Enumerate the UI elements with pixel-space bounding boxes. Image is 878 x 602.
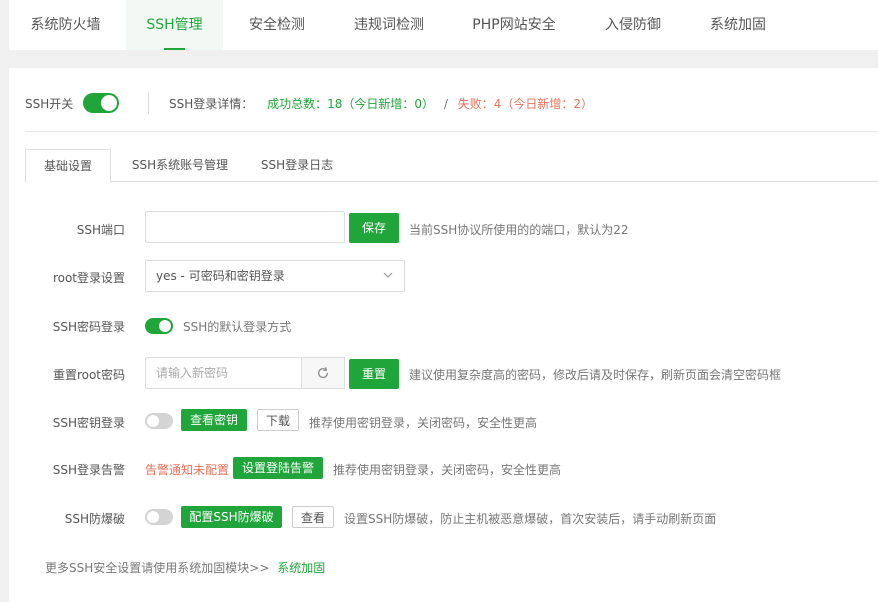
password-login-toggle[interactable] bbox=[145, 318, 173, 334]
tab-ssh-management-label: SSH管理 bbox=[146, 17, 203, 33]
port-label: SSH端口 bbox=[76, 223, 125, 237]
anti-brute-label: SSH防爆破 bbox=[64, 512, 125, 526]
tab-intrusion-prevention[interactable]: 入侵防御 bbox=[589, 0, 677, 50]
key-login-hint: 推荐使用密钥登录，关闭密码，安全性更高 bbox=[309, 416, 538, 430]
footer-text: 更多SSH安全设置请使用系统加固模块>> bbox=[45, 561, 270, 575]
status-divider bbox=[148, 92, 149, 114]
status-row: SSH开关 bbox=[25, 93, 120, 113]
config-anti-brute-button[interactable]: 配置SSH防爆破 bbox=[181, 506, 282, 528]
reset-password-button[interactable]: 重置 bbox=[349, 359, 399, 389]
active-tab-indicator bbox=[164, 48, 185, 50]
tab-ssh-management[interactable]: SSH管理 bbox=[126, 0, 223, 50]
tab-php-security[interactable]: PHP网站安全 bbox=[459, 0, 569, 50]
root-login-label: root登录设置 bbox=[52, 271, 125, 285]
new-password-input[interactable] bbox=[145, 357, 302, 389]
refresh-icon bbox=[318, 367, 328, 379]
subtab-basic-settings[interactable]: 基础设置 bbox=[25, 149, 111, 183]
system-hardening-link[interactable]: 系统加固 bbox=[277, 561, 325, 575]
tab-security-check[interactable]: 安全检测 bbox=[233, 0, 321, 50]
footer-note: 更多SSH安全设置请使用系统加固模块>> 系统加固 bbox=[45, 559, 325, 576]
alert-status-text: 告警通知未配置 bbox=[145, 463, 230, 477]
login-details-label: SSH登录详情： bbox=[169, 97, 254, 111]
subtab-ssh-logs[interactable]: SSH登录日志 bbox=[255, 149, 339, 182]
anti-brute-hint: 设置SSH防爆破，防止主机被恶意爆破，首次安装后，请手动刷新页面 bbox=[344, 512, 717, 526]
download-key-button[interactable]: 下载 bbox=[257, 409, 299, 431]
chevron-down-icon bbox=[383, 272, 393, 278]
tab-violation-words[interactable]: 违规词检测 bbox=[339, 0, 439, 50]
port-save-button[interactable]: 保存 bbox=[349, 213, 399, 243]
view-anti-brute-button[interactable]: 查看 bbox=[292, 506, 334, 528]
view-key-button[interactable]: 查看密钥 bbox=[181, 409, 247, 431]
password-login-hint: SSH的默认登录方式 bbox=[183, 320, 292, 334]
generate-password-button[interactable] bbox=[301, 357, 345, 389]
key-login-label: SSH密钥登录 bbox=[52, 416, 125, 430]
tab-system-hardening[interactable]: 系统加固 bbox=[694, 0, 782, 50]
sub-tabs: 基础设置 SSH系统账号管理 SSH登录日志 bbox=[25, 149, 878, 183]
toggle-knob bbox=[159, 320, 171, 332]
ssh-switch-toggle[interactable] bbox=[83, 93, 120, 113]
reset-root-label: 重置root密码 bbox=[52, 368, 125, 382]
toggle-knob bbox=[147, 415, 159, 427]
password-login-label: SSH密码登录 bbox=[52, 320, 125, 334]
root-login-selected: yes - 可密码和密钥登录 bbox=[156, 269, 285, 283]
login-alert-label: SSH登录告警 bbox=[52, 463, 125, 477]
port-input[interactable] bbox=[145, 211, 345, 243]
key-login-toggle[interactable] bbox=[145, 413, 173, 429]
port-hint: 当前SSH协议所使用的的端口，默认为22 bbox=[409, 223, 629, 237]
details-separator: / bbox=[443, 97, 448, 111]
toggle-knob bbox=[101, 95, 118, 111]
toggle-knob bbox=[147, 511, 159, 523]
ssh-switch-label: SSH开关 bbox=[25, 96, 74, 111]
tab-firewall[interactable]: 系统防火墙 bbox=[9, 0, 122, 50]
anti-brute-toggle[interactable] bbox=[145, 509, 173, 525]
subtab-ssh-accounts[interactable]: SSH系统账号管理 bbox=[125, 149, 235, 182]
login-details: SSH登录详情： 成功总数：18（今日新增：0） / 失败：4（今日新增：2） bbox=[169, 95, 593, 112]
section-divider bbox=[25, 131, 878, 132]
reset-password-hint: 建议使用复杂度高的密码，修改后请及时保存，刷新页面会清空密码框 bbox=[409, 368, 782, 382]
login-success-count: 成功总数：18（今日新增：0） bbox=[267, 97, 434, 111]
login-alert-hint: 推荐使用密钥登录，关闭密码，安全性更高 bbox=[333, 463, 562, 477]
root-login-select[interactable]: yes - 可密码和密钥登录 bbox=[145, 260, 405, 292]
login-fail-count: 失败：4（今日新增：2） bbox=[457, 97, 593, 111]
setup-alert-button[interactable]: 设置登陆告警 bbox=[233, 457, 323, 479]
top-nav: 系统防火墙 SSH管理 安全检测 违规词检测 PHP网站安全 入侵防御 系统加固 bbox=[9, 0, 878, 50]
